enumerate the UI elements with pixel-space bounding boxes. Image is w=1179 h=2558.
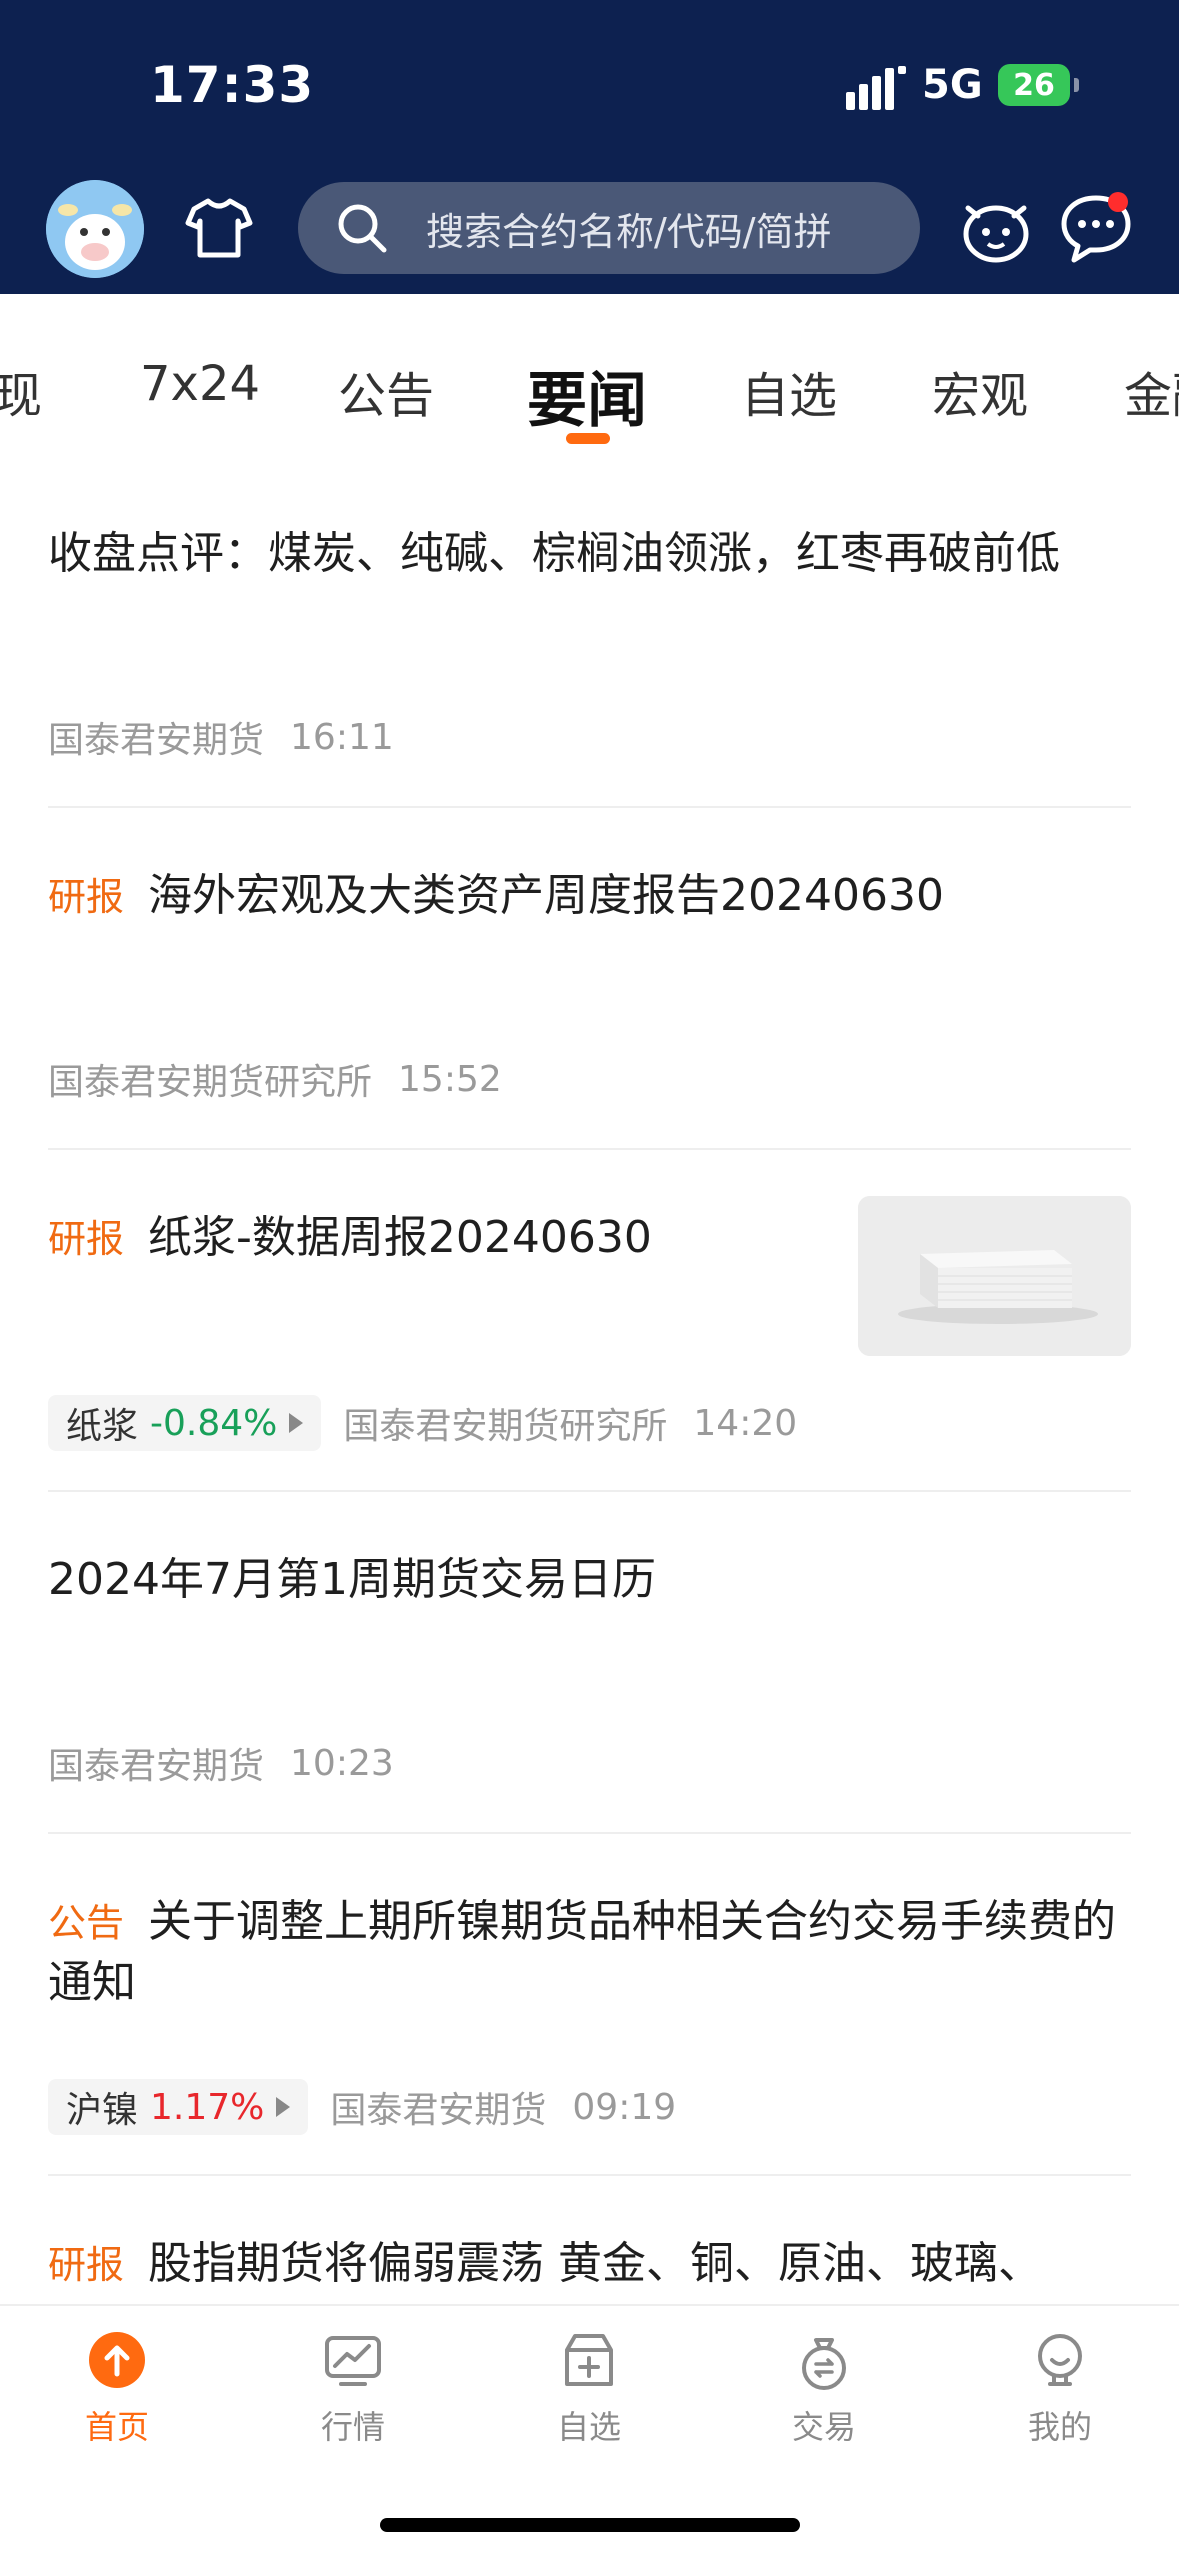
news-time: 16:11	[290, 716, 394, 758]
news-item[interactable]: 2024年7月第1周期货交易日历 国泰君安期货 10:23	[48, 1490, 1131, 1834]
news-tag: 研报	[48, 1217, 125, 1261]
mascot-icon[interactable]	[958, 190, 1034, 266]
news-thumbnail	[858, 1196, 1131, 1356]
shirt-icon[interactable]	[184, 193, 254, 263]
search-icon	[338, 204, 387, 253]
news-tag: 公告	[48, 1901, 125, 1945]
tab-announcement[interactable]: 公告	[338, 356, 434, 426]
news-time: 09:19	[572, 2086, 677, 2128]
paper-stack-image	[858, 1196, 1131, 1356]
top-header: 17:33 5G 26 搜索合约名称/代码/简拼	[0, 0, 1179, 294]
tab-watchlist[interactable]: 自选	[741, 356, 837, 426]
nav-trade[interactable]: 交易	[754, 2328, 894, 2448]
battery-icon: 26	[998, 64, 1070, 106]
home-icon	[89, 2332, 145, 2388]
news-item[interactable]: 公告 关于调整上期所镍期货品种相关合约交易手续费的通知 沪镍 1.17% 国泰君安…	[48, 1832, 1131, 2176]
news-meta: 沪镍 1.17% 国泰君安期货 09:19	[48, 2079, 676, 2135]
nav-watchlist[interactable]: 自选	[519, 2328, 659, 2448]
tab-finance[interactable]: 金融	[1124, 356, 1179, 426]
nav-market[interactable]: 行情	[283, 2328, 423, 2448]
battery-cap	[1074, 78, 1079, 92]
news-item[interactable]: 收盘点评：煤炭、纯碱、棕榈油领涨，红枣再破前低 国泰君安期货 16:11	[48, 464, 1131, 808]
chip-name: 沪镍	[66, 2090, 139, 2131]
news-source: 国泰君安期货	[48, 720, 265, 761]
news-time: 10:23	[290, 1742, 394, 1784]
news-title: 2024年7月第1周期货交易日历	[48, 1554, 656, 1605]
network-label: 5G	[922, 62, 983, 108]
market-chart-icon	[325, 2336, 381, 2386]
category-tabs: 现 7x24 公告 要闻 自选 宏观 金融	[0, 294, 1179, 464]
news-meta: 国泰君安期货研究所 15:52	[48, 1053, 502, 1105]
news-title: 收盘点评：煤炭、纯碱、棕榈油领涨，红枣再破前低	[48, 528, 1060, 579]
commodity-chip[interactable]: 沪镍 1.17%	[48, 2079, 309, 2135]
news-tag: 研报	[48, 875, 125, 919]
news-meta: 纸浆 -0.84% 国泰君安期货研究所 14:20	[48, 1395, 797, 1451]
active-tab-indicator	[566, 433, 610, 444]
nav-label: 首页	[84, 2408, 149, 2446]
news-title: 研报 海外宏观及大类资产周度报告20240630	[48, 870, 944, 921]
news-tag: 研报	[48, 2243, 125, 2287]
commodity-chip[interactable]: 纸浆 -0.84%	[48, 1395, 322, 1451]
nav-home[interactable]: 首页	[47, 2328, 187, 2448]
battery-level: 26	[1013, 67, 1055, 103]
chip-arrow-icon	[289, 1413, 304, 1433]
news-item[interactable]: 研报纸浆-数据周报20240630 纸浆 -0.84% 国泰君安期货研究所 1	[48, 1148, 1131, 1492]
news-feed: 收盘点评：煤炭、纯碱、棕榈油领涨，红枣再破前低 国泰君安期货 16:11 研报海…	[0, 464, 1179, 2304]
news-source: 国泰君安期货	[48, 1746, 265, 1787]
profile-icon	[1038, 2334, 1082, 2386]
nav-label: 我的	[1027, 2408, 1092, 2446]
news-source: 国泰君安期货	[330, 2090, 547, 2131]
news-time: 15:52	[398, 1058, 502, 1100]
news-item[interactable]: 研报 海外宏观及大类资产周度报告20240630 国泰君安期货研究所 15:52	[48, 806, 1131, 1150]
tab-partial-left[interactable]: 现	[0, 356, 42, 426]
chip-name: 纸浆	[66, 1406, 139, 1447]
search-bar[interactable]: 搜索合约名称/代码/简拼	[298, 182, 920, 274]
chip-arrow-icon	[276, 2097, 291, 2117]
tab-macro[interactable]: 宏观	[932, 356, 1028, 426]
news-item[interactable]: 研报 股指期货将偏弱震荡 黄金、铜、原油、玻璃、	[48, 2174, 1131, 2304]
nav-profile[interactable]: 我的	[990, 2328, 1130, 2448]
trade-bag-icon	[802, 2338, 846, 2390]
avatar[interactable]	[46, 180, 144, 278]
tab-headlines[interactable]: 要闻	[527, 352, 647, 439]
unread-badge	[1108, 192, 1128, 212]
news-time: 14:20	[693, 1402, 798, 1444]
news-title: 公告 关于调整上期所镍期货品种相关合约交易手续费的通知	[48, 1896, 1117, 2008]
status-time: 17:33	[150, 56, 315, 114]
news-title: 研报 股指期货将偏弱震荡 黄金、铜、原油、玻璃、	[48, 2238, 1043, 2289]
news-title: 研报 纸浆-数据周报20240630	[48, 1212, 652, 1263]
cow-avatar-icon	[46, 180, 144, 278]
chip-change: -0.84%	[150, 1402, 278, 1444]
news-source: 国泰君安期货研究所	[48, 1062, 373, 1103]
chip-change: 1.17%	[150, 2086, 265, 2128]
search-placeholder: 搜索合约名称/代码/简拼	[426, 209, 832, 254]
watchlist-box-icon	[565, 2334, 613, 2386]
home-indicator	[380, 2518, 800, 2532]
nav-label: 交易	[791, 2408, 856, 2446]
news-meta: 国泰君安期货 10:23	[48, 1737, 394, 1789]
nav-label: 行情	[320, 2408, 385, 2446]
signal-icon	[846, 66, 906, 110]
tab-7x24[interactable]: 7x24	[140, 356, 260, 412]
nav-label: 自选	[556, 2408, 621, 2446]
news-source: 国泰君安期货研究所	[343, 1406, 668, 1447]
news-meta: 国泰君安期货 16:11	[48, 711, 394, 763]
